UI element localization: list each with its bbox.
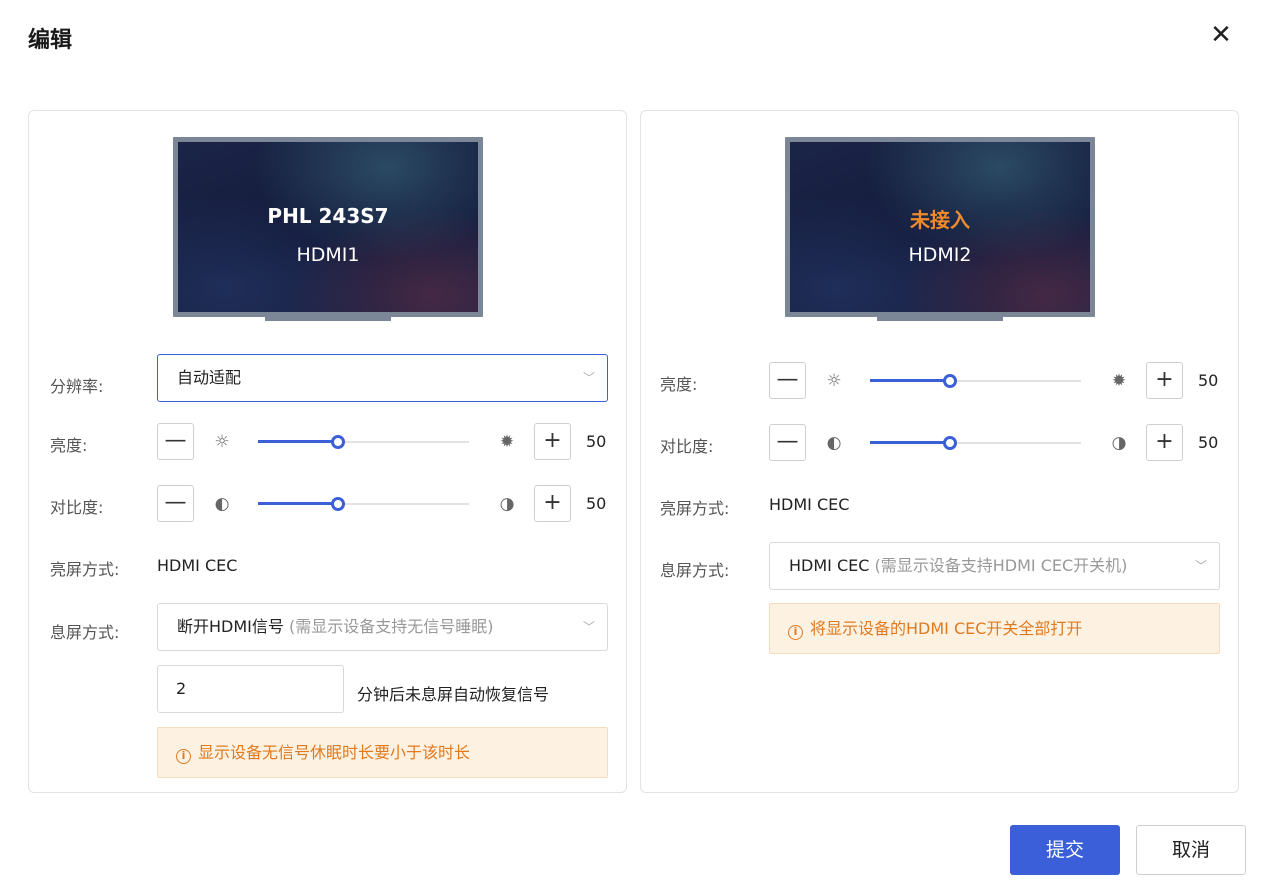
resolution-value: 自动适配 <box>177 368 242 387</box>
screen-on-value: HDMI CEC <box>157 556 238 575</box>
brightness-value: 50 <box>586 432 607 451</box>
monitor-name: PHL 243S7 <box>267 204 389 228</box>
brightness-increase-button[interactable]: + <box>1146 362 1183 399</box>
brightness-decrease-button[interactable]: — <box>769 362 806 399</box>
contrast-high-icon: ◑ <box>1111 433 1127 453</box>
chevron-down-icon: ﹀ <box>582 371 595 385</box>
contrast-slider[interactable] <box>258 496 469 512</box>
display-panel-hdmi1: PHL 243S7 HDMI1 分辨率: 自动适配 ﹀ 亮度: — ☼ ✹ + … <box>28 110 627 793</box>
submit-button[interactable]: 提交 <box>1010 825 1120 875</box>
monitor-port: HDMI2 <box>908 244 972 266</box>
brightness-slider[interactable] <box>258 434 469 450</box>
contrast-low-icon: ◐ <box>826 433 842 453</box>
brightness-value: 50 <box>1198 371 1219 390</box>
brightness-high-icon: ✹ <box>499 432 515 452</box>
brightness-low-icon: ☼ <box>826 371 842 391</box>
info-icon: i <box>176 749 191 764</box>
screen-off-select[interactable]: 断开HDMI信号 (需显示设备支持无信号睡眠) ﹀ <box>157 603 608 651</box>
contrast-decrease-button[interactable]: — <box>157 485 194 522</box>
contrast-label: 对比度: <box>660 437 714 456</box>
screen-off-hint: (需显示设备支持HDMI CEC开关机) <box>874 556 1128 575</box>
contrast-slider[interactable] <box>870 435 1081 451</box>
monitor-stand <box>877 317 1003 321</box>
slider-fill <box>258 502 339 505</box>
contrast-value: 50 <box>1198 433 1219 452</box>
brightness-increase-button[interactable]: + <box>534 423 571 460</box>
monitor-preview: PHL 243S7 HDMI1 <box>173 137 483 321</box>
monitor-preview: 未接入 HDMI2 <box>785 137 1095 321</box>
monitor-name: 未接入 <box>910 208 970 232</box>
contrast-increase-button[interactable]: + <box>1146 424 1183 461</box>
warning-text: 显示设备无信号休眠时长要小于该时长 <box>198 743 471 762</box>
chevron-down-icon: ﹀ <box>1194 559 1207 573</box>
screen-off-value: 断开HDMI信号 <box>177 617 284 636</box>
screen-on-label: 亮屏方式: <box>50 560 120 579</box>
brightness-label: 亮度: <box>660 375 698 394</box>
minutes-suffix: 分钟后未息屏自动恢复信号 <box>357 685 550 704</box>
brightness-label: 亮度: <box>50 436 88 455</box>
slider-handle[interactable] <box>331 497 346 511</box>
cancel-button[interactable]: 取消 <box>1136 825 1246 875</box>
brightness-slider[interactable] <box>870 373 1081 389</box>
brightness-low-icon: ☼ <box>214 432 230 452</box>
monitor-stand <box>265 317 391 321</box>
screen-off-hint: (需显示设备支持无信号睡眠) <box>288 617 494 636</box>
dialog-title: 编辑 <box>28 28 73 53</box>
resolution-label: 分辨率: <box>50 377 104 396</box>
monitor-screen: PHL 243S7 HDMI1 <box>173 137 483 317</box>
contrast-increase-button[interactable]: + <box>534 485 571 522</box>
screen-off-label: 息屏方式: <box>660 561 730 580</box>
contrast-low-icon: ◐ <box>214 494 230 514</box>
chevron-down-icon: ﹀ <box>582 620 595 634</box>
warning-box: i 将显示设备的HDMI CEC开关全部打开 <box>769 603 1220 654</box>
monitor-port: HDMI1 <box>296 244 360 266</box>
warning-text: 将显示设备的HDMI CEC开关全部打开 <box>810 619 1083 638</box>
brightness-decrease-button[interactable]: — <box>157 423 194 460</box>
brightness-high-icon: ✹ <box>1111 371 1127 391</box>
contrast-decrease-button[interactable]: — <box>769 424 806 461</box>
resolution-select[interactable]: 自动适配 ﹀ <box>157 354 608 402</box>
slider-fill <box>870 379 951 382</box>
slider-fill <box>258 440 339 443</box>
minutes-input[interactable]: 2 <box>157 665 344 713</box>
screen-off-select[interactable]: HDMI CEC (需显示设备支持HDMI CEC开关机) ﹀ <box>769 542 1220 590</box>
slider-fill <box>870 441 951 444</box>
contrast-value: 50 <box>586 494 607 513</box>
slider-handle[interactable] <box>943 374 958 388</box>
slider-handle[interactable] <box>943 436 958 450</box>
slider-handle[interactable] <box>331 435 346 449</box>
screen-off-value: HDMI CEC <box>789 556 870 575</box>
contrast-label: 对比度: <box>50 498 104 517</box>
screen-on-label: 亮屏方式: <box>660 499 730 518</box>
monitor-screen: 未接入 HDMI2 <box>785 137 1095 317</box>
info-icon: i <box>788 625 803 640</box>
screen-off-label: 息屏方式: <box>50 623 120 642</box>
display-panel-hdmi2: 未接入 HDMI2 亮度: — ☼ ✹ + 50 对比度: — ◐ ◑ + 50… <box>640 110 1239 793</box>
warning-box: i 显示设备无信号休眠时长要小于该时长 <box>157 727 608 778</box>
screen-on-value: HDMI CEC <box>769 495 850 514</box>
close-icon[interactable]: ✕ <box>1206 20 1236 50</box>
contrast-high-icon: ◑ <box>499 494 515 514</box>
